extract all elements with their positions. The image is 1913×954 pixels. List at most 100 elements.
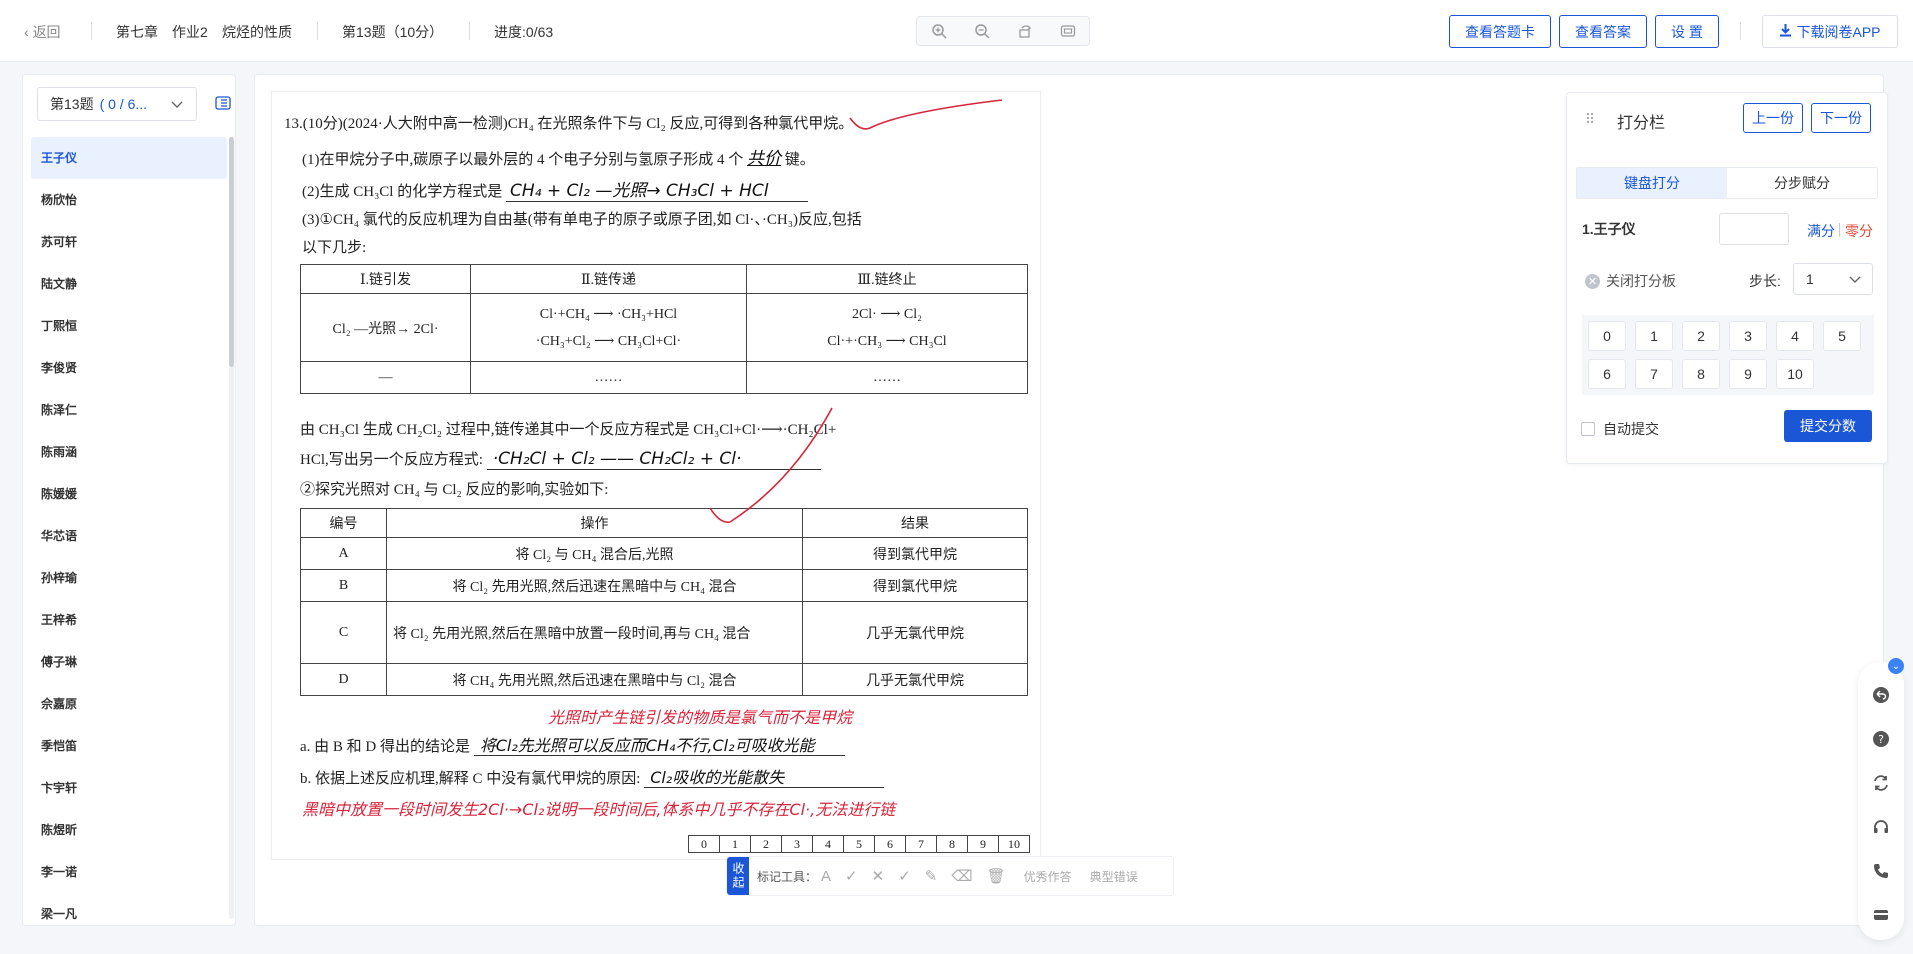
zero-score-button[interactable]: 零分: [1845, 221, 1873, 241]
student-item[interactable]: 李俊贤: [31, 347, 227, 389]
checkbox-icon: [1581, 422, 1595, 436]
answer-sheet-image[interactable]: 13.(10分)(2024·人大附中高一检测)CH₄ 在光照条件下与 Cl₂ 反…: [271, 91, 1041, 860]
student-item[interactable]: 李一诺: [31, 851, 227, 893]
card-icon[interactable]: [1870, 904, 1892, 926]
zoom-out-icon[interactable]: [971, 20, 993, 42]
student-item[interactable]: 陈媛媛: [31, 473, 227, 515]
student-item[interactable]: 陈泽仁: [31, 389, 227, 431]
divider: [317, 22, 318, 40]
student-item[interactable]: 苏可轩: [31, 221, 227, 263]
score-key[interactable]: 10: [1776, 359, 1814, 389]
student-list: 王子仪 杨欣怡 苏可轩 陆文静 丁熙恒 李俊贤 陈泽仁 陈雨涵 陈媛媛 华芯语 …: [31, 137, 227, 925]
progress-label: 进度:0/63: [494, 24, 554, 40]
svg-text:?: ?: [1878, 733, 1884, 746]
back-button[interactable]: ‹ 返回: [24, 22, 61, 42]
topic-label: 烷烃的性质: [222, 24, 292, 40]
help-icon[interactable]: ?: [1870, 728, 1892, 750]
cross-tool-icon[interactable]: ✕: [872, 867, 885, 885]
collapse-toolbar-button[interactable]: 收起: [727, 857, 749, 895]
submit-score-button[interactable]: 提交分数: [1784, 410, 1872, 442]
student-item[interactable]: 王梓希: [31, 599, 227, 641]
half-check-tool-icon[interactable]: ✓: [898, 867, 911, 885]
chevron-down-icon: [1848, 272, 1862, 289]
student-panel: 第13题 ( 0 / 6... 王子仪 杨欣怡 苏可轩 陆文静 丁熙恒 李俊贤 …: [22, 74, 236, 926]
score-key[interactable]: 0: [1588, 321, 1626, 351]
step-value: 1: [1806, 271, 1814, 287]
download-label: 下载阅卷APP: [1796, 23, 1881, 40]
download-app-button[interactable]: 下载阅卷APP: [1762, 15, 1898, 48]
scoring-panel: ⠿ 打分栏 上一份 下一份 键盘打分 分步赋分 1.王子仪 满分 零分 ✕ 关闭…: [1566, 92, 1888, 464]
fit-screen-icon[interactable]: [1057, 20, 1079, 42]
score-key[interactable]: 9: [1729, 359, 1767, 389]
eraser-tool-icon[interactable]: ⌫: [951, 867, 972, 885]
settings-button[interactable]: 设 置: [1655, 15, 1719, 48]
chevron-down-icon[interactable]: ⌄: [1888, 658, 1904, 674]
undo-icon[interactable]: [1870, 684, 1892, 706]
score-key[interactable]: 1: [1635, 321, 1673, 351]
current-student-label: 1.王子仪: [1582, 221, 1636, 237]
student-item[interactable]: 孙梓瑜: [31, 557, 227, 599]
drag-handle-icon[interactable]: ⠿: [1585, 111, 1595, 128]
score-key[interactable]: 8: [1682, 359, 1720, 389]
zoom-in-icon[interactable]: [928, 20, 950, 42]
student-item[interactable]: 杨欣怡: [31, 179, 227, 221]
scoring-tabs: 键盘打分 分步赋分: [1576, 167, 1878, 199]
delete-tool-icon[interactable]: 🗑: [987, 867, 1006, 885]
score-key[interactable]: 4: [1776, 321, 1814, 351]
step-select[interactable]: 1: [1793, 263, 1873, 295]
text-tool-icon[interactable]: A: [821, 868, 831, 885]
score-key[interactable]: 7: [1635, 359, 1673, 389]
pen-tool-icon[interactable]: ✎: [925, 867, 938, 885]
student-item[interactable]: 华芯语: [31, 515, 227, 557]
student-item[interactable]: 王子仪: [31, 137, 227, 179]
full-score-button[interactable]: 满分: [1807, 221, 1835, 241]
tab-keyboard-scoring[interactable]: 键盘打分: [1577, 168, 1727, 198]
student-item[interactable]: 丁熙恒: [31, 305, 227, 347]
student-item[interactable]: 卞宇轩: [31, 767, 227, 809]
score-box: 3: [781, 835, 813, 853]
score-box: 1: [719, 835, 751, 853]
divider: [91, 22, 92, 40]
close-scoreboard-label: 关闭打分板: [1606, 273, 1676, 289]
student-item[interactable]: 陈煜昕: [31, 809, 227, 851]
tab-step-scoring[interactable]: 分步赋分: [1727, 168, 1877, 198]
student-item[interactable]: 梁一凡: [31, 893, 227, 925]
student-item[interactable]: 季恺笛: [31, 725, 227, 767]
auto-submit-checkbox[interactable]: 自动提交: [1581, 419, 1659, 439]
score-key[interactable]: 2: [1682, 321, 1720, 351]
score-keypad: 0 1 2 3 4 5 6 7 8 9 10: [1582, 315, 1874, 395]
homework-label: 作业2: [172, 24, 208, 40]
typical-error-button[interactable]: 典型错误: [1090, 868, 1138, 885]
student-item[interactable]: 陆文静: [31, 263, 227, 305]
question-select-progress: ( 0 / 6...: [99, 96, 148, 112]
step-label: 步长:: [1749, 273, 1781, 289]
rotate-icon[interactable]: [1014, 20, 1036, 42]
score-input[interactable]: [1719, 213, 1789, 245]
score-key[interactable]: 3: [1729, 321, 1767, 351]
headset-icon[interactable]: [1870, 816, 1892, 838]
student-item[interactable]: 傅子琳: [31, 641, 227, 683]
question-select[interactable]: 第13题 ( 0 / 6...: [37, 87, 197, 121]
student-item[interactable]: 佘嘉原: [31, 683, 227, 725]
close-scoreboard-toggle[interactable]: ✕ 关闭打分板: [1585, 271, 1676, 291]
prev-paper-button[interactable]: 上一份: [1743, 103, 1803, 133]
score-key[interactable]: 5: [1823, 321, 1861, 351]
phone-icon[interactable]: [1870, 860, 1892, 882]
excellent-answer-button[interactable]: 优秀作答: [1024, 868, 1072, 885]
view-answer-card-button[interactable]: 查看答题卡: [1449, 15, 1551, 48]
next-paper-button[interactable]: 下一份: [1811, 103, 1871, 133]
score-key[interactable]: 6: [1588, 359, 1626, 389]
student-item[interactable]: 陈雨涵: [31, 431, 227, 473]
check-tool-icon[interactable]: ✓: [845, 867, 858, 885]
scrollbar-thumb[interactable]: [229, 137, 234, 367]
score-box: 10: [998, 835, 1030, 853]
scoring-panel-title: 打分栏: [1617, 115, 1666, 132]
refresh-icon[interactable]: [1870, 772, 1892, 794]
score-box: 5: [843, 835, 875, 853]
collapse-list-icon[interactable]: [215, 95, 231, 114]
question-label: 第13题（10分）: [342, 24, 444, 40]
score-box: 0: [688, 835, 720, 853]
student-list-scrollbar[interactable]: [229, 137, 234, 919]
divider: [469, 22, 470, 40]
view-answer-button[interactable]: 查看答案: [1559, 15, 1647, 48]
